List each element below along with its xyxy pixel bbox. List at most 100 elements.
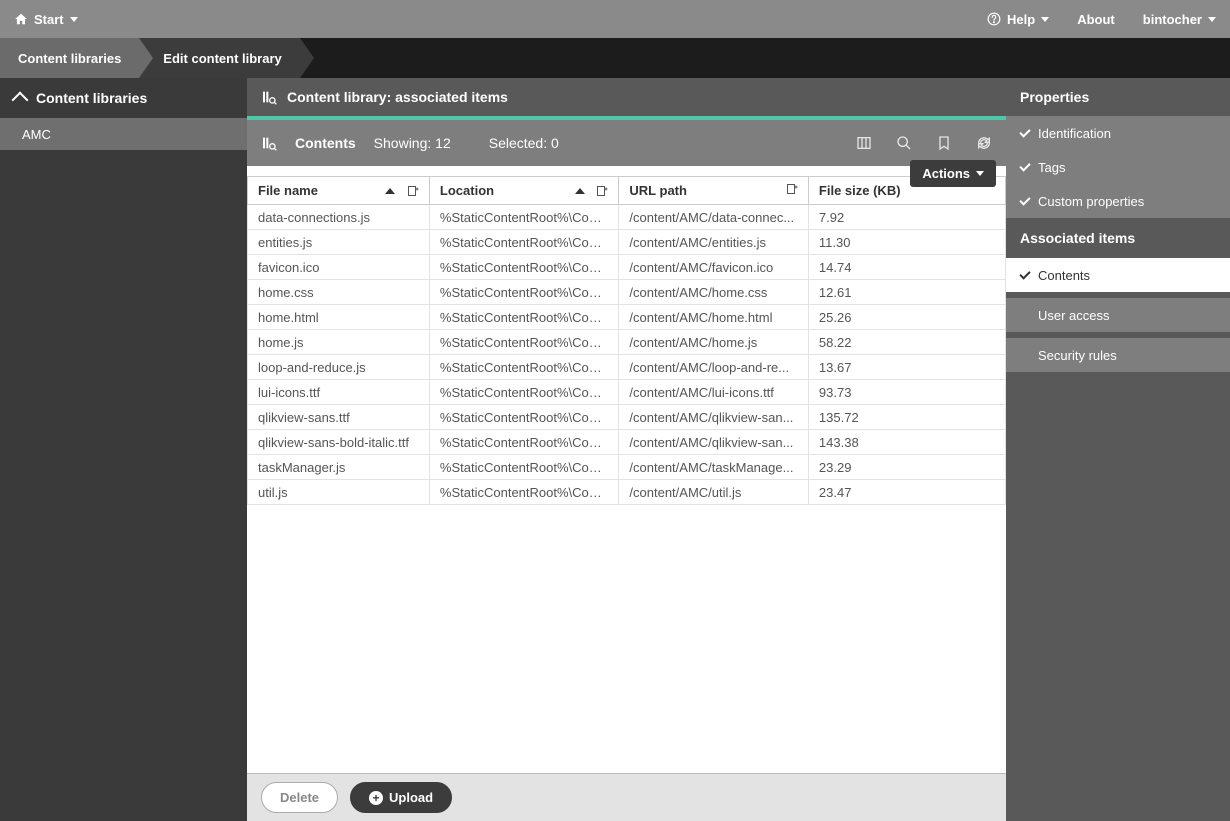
actions-label: Actions [922, 166, 970, 181]
rp-security-rules[interactable]: Security rules [1006, 338, 1230, 372]
cell-filesize: 23.47 [808, 480, 1005, 505]
library-icon [261, 135, 277, 151]
sidebar-item-label: AMC [22, 127, 51, 142]
breadcrumb-content-libraries[interactable]: Content libraries [0, 38, 139, 78]
cell-urlpath: /content/AMC/entities.js [619, 230, 809, 255]
toolbar: Contents Showing: 12 Selected: 0 [247, 120, 1006, 166]
cell-filename: loop-and-reduce.js [248, 355, 430, 380]
about-link[interactable]: About [1077, 12, 1115, 27]
rp-user-access[interactable]: User access [1006, 298, 1230, 332]
table-container: File name Location URL path File size (K… [247, 177, 1006, 773]
toolbar-contents-label: Contents [295, 135, 356, 151]
rp-contents[interactable]: Contents [1006, 258, 1230, 292]
cell-location: %StaticContentRoot%\Cont... [429, 330, 619, 355]
sidebar-item-amc[interactable]: AMC [0, 118, 247, 150]
cell-filename: data-connections.js [248, 205, 430, 230]
upload-button[interactable]: + Upload [350, 782, 452, 813]
caret-down-icon [1041, 17, 1049, 22]
table-row[interactable]: home.html%StaticContentRoot%\Cont.../con… [248, 305, 1006, 330]
sidebar: Content libraries AMC [0, 78, 247, 821]
table-row[interactable]: entities.js%StaticContentRoot%\Cont.../c… [248, 230, 1006, 255]
toolbar-showing: Showing: 12 [374, 135, 451, 151]
search-icon[interactable] [896, 135, 912, 151]
cell-filesize: 11.30 [808, 230, 1005, 255]
table-row[interactable]: taskManager.js%StaticContentRoot%\Cont..… [248, 455, 1006, 480]
rp-custom-properties[interactable]: Custom properties [1006, 184, 1230, 218]
content-header-title: Content library: associated items [287, 89, 508, 105]
cell-filesize: 93.73 [808, 380, 1005, 405]
cell-filename: qlikview-sans.ttf [248, 405, 430, 430]
start-menu[interactable]: Start [14, 12, 78, 27]
help-icon [987, 12, 1001, 26]
th-filename[interactable]: File name [248, 177, 430, 205]
check-icon [1019, 160, 1030, 171]
table-row[interactable]: util.js%StaticContentRoot%\Cont.../conte… [248, 480, 1006, 505]
about-label: About [1077, 12, 1115, 27]
cell-urlpath: /content/AMC/favicon.ico [619, 255, 809, 280]
cell-location: %StaticContentRoot%\Cont... [429, 405, 619, 430]
table-row[interactable]: home.js%StaticContentRoot%\Cont.../conte… [248, 330, 1006, 355]
footer: Delete + Upload [247, 773, 1006, 821]
cell-urlpath: /content/AMC/home.html [619, 305, 809, 330]
table-row[interactable]: favicon.ico%StaticContentRoot%\Cont.../c… [248, 255, 1006, 280]
check-icon [1019, 126, 1030, 137]
home-icon [14, 12, 28, 26]
contents-table: File name Location URL path File size (K… [247, 177, 1006, 505]
caret-down-icon [1208, 17, 1216, 22]
cell-filesize: 135.72 [808, 405, 1005, 430]
cell-location: %StaticContentRoot%\Cont... [429, 230, 619, 255]
cell-location: %StaticContentRoot%\Cont... [429, 255, 619, 280]
toolbar-selected: Selected: 0 [489, 135, 559, 151]
cell-location: %StaticContentRoot%\Cont... [429, 305, 619, 330]
cell-filename: home.html [248, 305, 430, 330]
column-action-icon[interactable] [407, 185, 419, 197]
cell-urlpath: /content/AMC/home.js [619, 330, 809, 355]
th-location[interactable]: Location [429, 177, 619, 205]
th-urlpath[interactable]: URL path [619, 177, 809, 205]
user-menu[interactable]: bintocher [1143, 12, 1216, 27]
sort-asc-icon [575, 188, 585, 194]
sidebar-header[interactable]: Content libraries [0, 78, 247, 118]
breadcrumb-edit-content-library[interactable]: Edit content library [139, 38, 299, 78]
column-action-icon[interactable] [596, 185, 608, 197]
table-row[interactable]: qlikview-sans.ttf%StaticContentRoot%\Con… [248, 405, 1006, 430]
table-row[interactable]: lui-icons.ttf%StaticContentRoot%\Cont...… [248, 380, 1006, 405]
table-row[interactable]: home.css%StaticContentRoot%\Cont.../cont… [248, 280, 1006, 305]
cell-urlpath: /content/AMC/home.css [619, 280, 809, 305]
cell-filesize: 25.26 [808, 305, 1005, 330]
actions-row: Actions [247, 166, 1006, 177]
topbar: Start Help About bintocher [0, 0, 1230, 38]
table-row[interactable]: loop-and-reduce.js%StaticContentRoot%\Co… [248, 355, 1006, 380]
cell-filename: entities.js [248, 230, 430, 255]
table-row[interactable]: data-connections.js%StaticContentRoot%\C… [248, 205, 1006, 230]
cell-filename: taskManager.js [248, 455, 430, 480]
bookmark-icon[interactable] [936, 135, 952, 151]
cell-location: %StaticContentRoot%\Cont... [429, 280, 619, 305]
cell-location: %StaticContentRoot%\Cont... [429, 205, 619, 230]
cell-filename: qlikview-sans-bold-italic.ttf [248, 430, 430, 455]
rp-properties-header: Properties [1006, 78, 1230, 116]
rp-identification[interactable]: Identification [1006, 116, 1230, 150]
cell-filename: favicon.ico [248, 255, 430, 280]
rp-tags[interactable]: Tags [1006, 150, 1230, 184]
help-label: Help [1007, 12, 1035, 27]
actions-button[interactable]: Actions [910, 160, 996, 187]
cell-location: %StaticContentRoot%\Cont... [429, 355, 619, 380]
cell-filename: lui-icons.ttf [248, 380, 430, 405]
cell-location: %StaticContentRoot%\Cont... [429, 455, 619, 480]
check-icon [1019, 268, 1030, 279]
table-row[interactable]: qlikview-sans-bold-italic.ttf%StaticCont… [248, 430, 1006, 455]
check-icon [1019, 194, 1030, 205]
delete-button[interactable]: Delete [261, 782, 338, 813]
cell-filesize: 14.74 [808, 255, 1005, 280]
cell-filename: home.js [248, 330, 430, 355]
cell-location: %StaticContentRoot%\Cont... [429, 380, 619, 405]
column-action-icon[interactable] [786, 183, 798, 195]
user-label: bintocher [1143, 12, 1202, 27]
refresh-icon[interactable] [976, 135, 992, 151]
chevron-up-icon [12, 92, 29, 109]
start-label: Start [34, 12, 64, 27]
columns-icon[interactable] [856, 135, 872, 151]
sort-asc-icon [385, 188, 395, 194]
help-menu[interactable]: Help [987, 12, 1049, 27]
